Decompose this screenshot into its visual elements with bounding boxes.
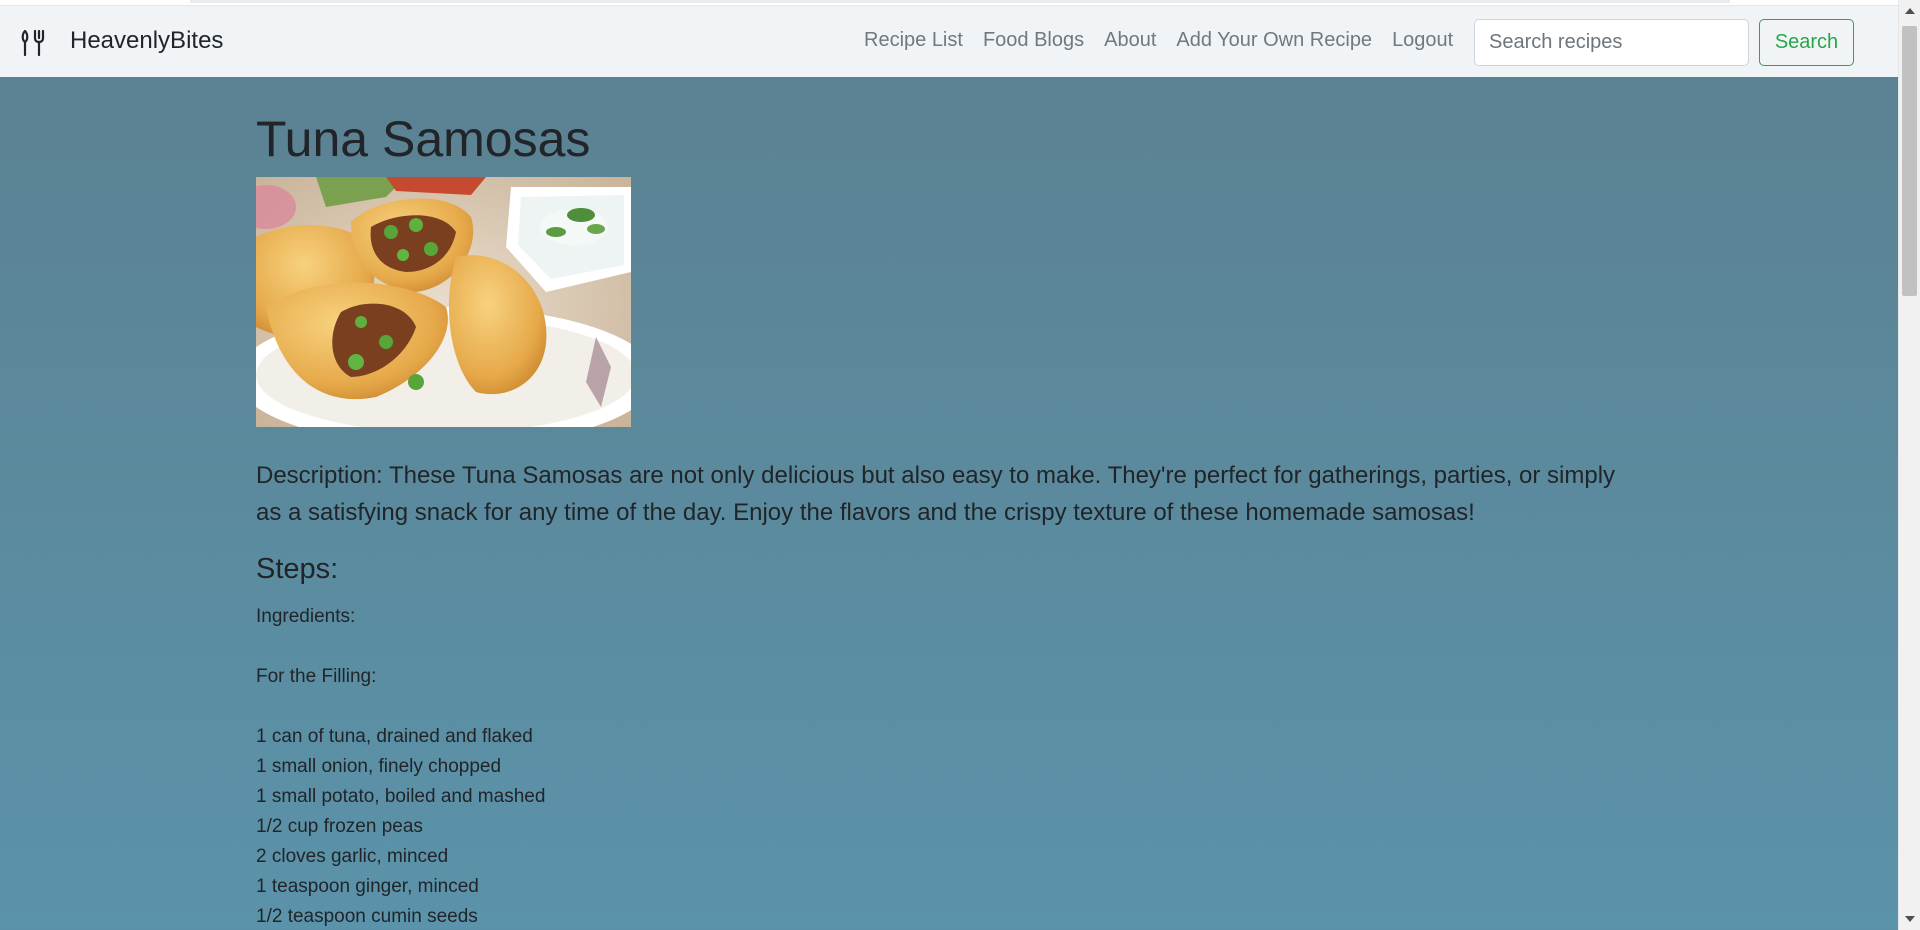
steps-line: 1/2 teaspoon cumin seeds: [256, 906, 478, 927]
recipe-description: Description: These Tuna Samosas are not …: [256, 462, 1616, 526]
search-button[interactable]: Search: [1759, 19, 1854, 66]
nav-link-logout[interactable]: Logout: [1392, 29, 1453, 52]
scroll-down-arrow-icon[interactable]: [1905, 916, 1915, 922]
navbar: HeavenlyBites Recipe List Food Blogs Abo…: [0, 6, 1898, 77]
steps-body: Ingredients: For the Filling: 1 can of t…: [256, 602, 1156, 930]
nav-links: Recipe List Food Blogs About Add Your Ow…: [864, 29, 1473, 52]
search-input[interactable]: [1474, 19, 1749, 66]
scroll-up-arrow-icon[interactable]: [1905, 8, 1915, 14]
nav-link-about[interactable]: About: [1104, 29, 1156, 52]
steps-heading: Steps:: [256, 553, 339, 585]
fork-knife-icon[interactable]: [20, 28, 50, 58]
samosa-photo: [256, 177, 631, 427]
nav-link-recipe-list[interactable]: Recipe List: [864, 29, 963, 52]
steps-line: For the Filling:: [256, 666, 377, 687]
steps-line: 1 can of tuna, drained and flaked: [256, 726, 533, 747]
steps-blank-line: [256, 632, 1156, 662]
steps-line: 1 teaspoon ginger, minced: [256, 876, 479, 897]
steps-line: 1 small onion, finely chopped: [256, 756, 502, 777]
page-scrollbar[interactable]: [1898, 0, 1920, 930]
steps-blank-line: [256, 692, 1156, 722]
brand-name[interactable]: HeavenlyBites: [70, 27, 223, 55]
steps-line: 1/2 cup frozen peas: [256, 816, 423, 837]
nav-link-food-blogs[interactable]: Food Blogs: [983, 29, 1084, 52]
steps-line: 2 cloves garlic, minced: [256, 846, 449, 867]
scroll-thumb[interactable]: [1902, 26, 1917, 296]
browser-top-strip-inner: [190, 0, 1730, 3]
recipe-title: Tuna Samosas: [256, 111, 591, 167]
recipe-image: [256, 177, 631, 427]
steps-line: Ingredients:: [256, 606, 356, 627]
nav-link-add-recipe[interactable]: Add Your Own Recipe: [1176, 29, 1372, 52]
steps-line: 1 small potato, boiled and mashed: [256, 786, 546, 807]
